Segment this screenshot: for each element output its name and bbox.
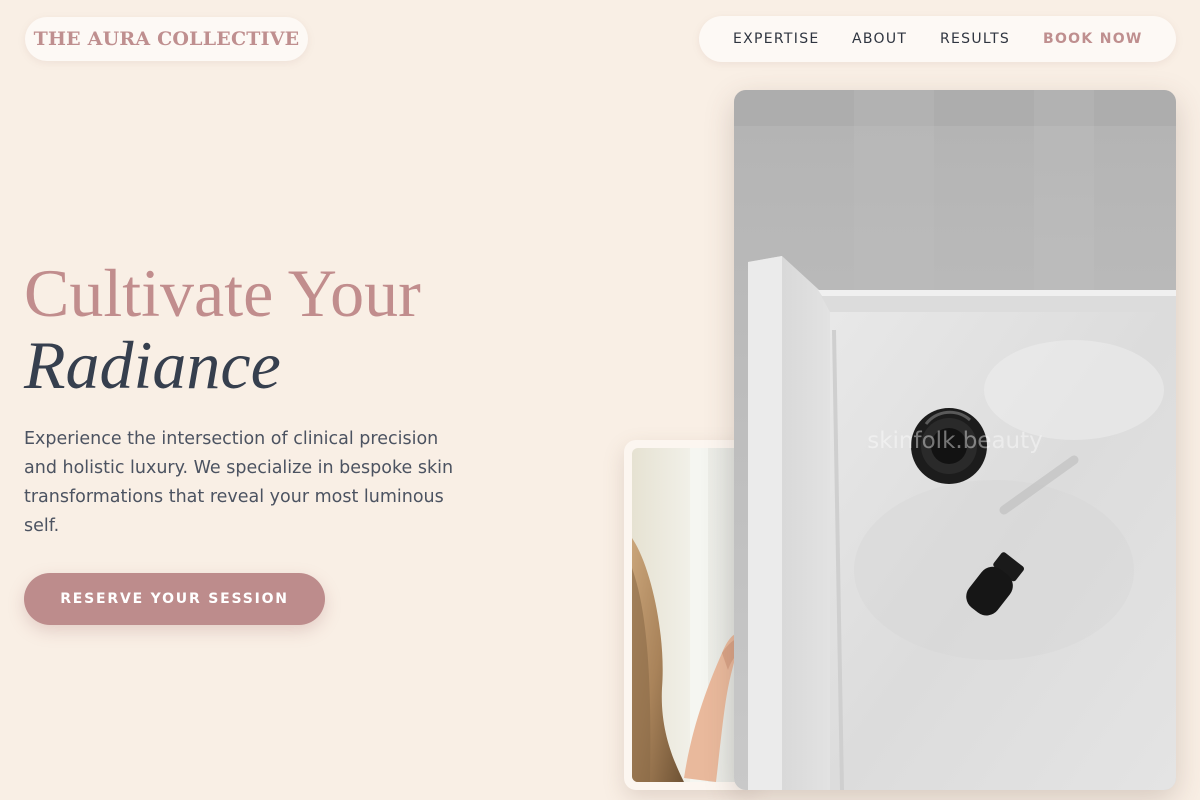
hero-photo: skinfolk.beauty	[734, 90, 1176, 790]
nav-book-now-link[interactable]: BOOK NOW	[1043, 16, 1143, 62]
main-nav: EXPERTISE ABOUT RESULTS BOOK NOW	[699, 16, 1176, 62]
woman-hair-photo-icon	[632, 448, 746, 782]
logo[interactable]: THE AURA COLLECTIVE	[25, 17, 308, 61]
reserve-session-button[interactable]: RESERVE YOUR SESSION	[24, 573, 325, 625]
hero-title-line1: Cultivate Your	[24, 255, 421, 331]
logo-text: THE AURA COLLECTIVE	[33, 28, 300, 50]
landing-page: THE AURA COLLECTIVE EXPERTISE ABOUT RESU…	[0, 0, 1200, 800]
hero-description: Experience the intersection of clinical …	[24, 429, 454, 536]
nav-link-results[interactable]: RESULTS	[940, 16, 1010, 62]
photo-watermark: skinfolk.beauty	[867, 428, 1043, 454]
nav-link-expertise[interactable]: EXPERTISE	[733, 16, 820, 62]
hero-title-line2: Radiance	[24, 327, 281, 403]
nav-link-about[interactable]: ABOUT	[852, 16, 907, 62]
